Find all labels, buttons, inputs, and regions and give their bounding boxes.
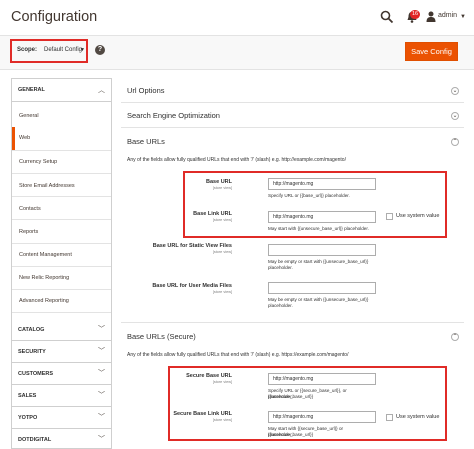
config-sidebar: GENERAL ︿ General Web Currency Setup Sto… xyxy=(11,78,112,449)
divider xyxy=(12,173,111,174)
chevron-up-icon: ︿ xyxy=(98,87,105,94)
use-system-value-label[interactable]: Use system value xyxy=(396,414,439,420)
use-system-value-checkbox[interactable] xyxy=(386,414,393,421)
sidebar-item-store-email-addresses[interactable]: Store Email Addresses xyxy=(12,183,111,189)
divider xyxy=(121,322,464,323)
static-url-label: Base URL for Static View Files xyxy=(152,243,232,249)
field-note: placeholder. xyxy=(268,303,293,308)
base-link-url-label: Base Link URL xyxy=(193,211,232,217)
sidebar-group-label: YOTPO xyxy=(18,415,38,421)
sidebar-group-security[interactable]: SECURITY ﹀ xyxy=(12,341,111,363)
sidebar-group-catalog[interactable]: CATALOG ﹀ xyxy=(12,319,111,341)
caret-down-icon[interactable]: ▼ xyxy=(80,47,85,53)
sidebar-item-contacts[interactable]: Contacts xyxy=(12,206,111,212)
user-menu-name[interactable]: admin xyxy=(438,12,457,19)
divider xyxy=(12,196,111,197)
sidebar-group-label: CATALOG xyxy=(18,327,45,333)
sidebar-item-reports[interactable]: Reports xyxy=(12,229,111,235)
sidebar-group-yotpo[interactable]: YOTPO ﹀ xyxy=(12,407,111,429)
scope-hint: [store view] xyxy=(212,218,232,222)
sidebar-item-currency-setup[interactable]: Currency Setup xyxy=(12,159,111,165)
divider xyxy=(12,289,111,290)
search-icon[interactable] xyxy=(380,10,394,24)
divider xyxy=(12,150,111,151)
secure-base-url-input[interactable]: http://magento.mg xyxy=(268,373,376,385)
sidebar-group-label: DOTDIGITAL xyxy=(18,437,52,443)
scope-hint: [store view] xyxy=(212,380,232,384)
section-base-urls[interactable]: Base URLs xyxy=(127,137,165,146)
base-url-input[interactable]: http://magento.mg xyxy=(268,178,376,190)
sidebar-group-sales[interactable]: SALES ﹀ xyxy=(12,385,111,407)
use-system-value-checkbox[interactable] xyxy=(386,213,393,220)
help-icon[interactable]: ? xyxy=(95,45,105,55)
expand-icon[interactable]: ⌄ xyxy=(451,112,459,120)
sidebar-group-label: SECURITY xyxy=(18,349,46,355)
collapse-icon[interactable]: ⌃ xyxy=(451,333,459,341)
save-config-button[interactable]: Save Config xyxy=(405,42,458,61)
scope-hint: [store view] xyxy=(212,418,232,422)
chevron-down-icon: ﹀ xyxy=(98,392,105,399)
media-url-label: Base URL for User Media Files xyxy=(152,283,232,289)
divider xyxy=(121,127,464,128)
section-base-urls-secure[interactable]: Base URLs (Secure) xyxy=(127,332,196,341)
scope-hint: [store view] xyxy=(212,290,232,294)
section-description: Any of the fields allow fully qualified … xyxy=(127,352,349,358)
scope-switcher[interactable]: Default Config xyxy=(44,47,82,53)
page-title: Configuration xyxy=(11,9,98,25)
sidebar-item-web[interactable]: Web xyxy=(12,127,111,150)
static-url-input[interactable] xyxy=(268,244,376,256)
divider xyxy=(12,219,111,220)
secure-base-link-url-input[interactable]: http://magento.mg xyxy=(268,411,376,423)
sidebar-group-dotdigital[interactable]: DOTDIGITAL ﹀ xyxy=(12,429,111,448)
field-note: placeholder. xyxy=(268,394,293,399)
chevron-down-icon: ﹀ xyxy=(98,370,105,377)
section-url-options[interactable]: Url Options xyxy=(127,86,165,95)
scope-hint: [store view] xyxy=(212,186,232,190)
secure-base-url-label: Secure Base URL xyxy=(186,373,232,379)
section-search-engine-optimization[interactable]: Search Engine Optimization xyxy=(127,111,220,120)
sidebar-item-general[interactable]: General xyxy=(12,113,111,119)
field-note: May start with {{unsecure_base_url}} pla… xyxy=(268,226,369,231)
chevron-down-icon: ﹀ xyxy=(98,414,105,421)
sidebar-item-new-relic-reporting[interactable]: New Relic Reporting xyxy=(12,275,111,281)
scope-hint: [store view] xyxy=(212,250,232,254)
caret-down-icon[interactable]: ▼ xyxy=(460,14,466,20)
divider xyxy=(12,312,111,313)
notifications-count-badge: 16 xyxy=(410,10,421,19)
secure-base-link-url-label: Secure Base Link URL xyxy=(173,411,232,417)
field-note: placeholder. xyxy=(268,432,293,437)
use-system-value-label[interactable]: Use system value xyxy=(396,213,439,219)
media-url-input[interactable] xyxy=(268,282,376,294)
base-link-url-input[interactable]: http://magento.mg xyxy=(268,211,376,223)
sidebar-group-label: GENERAL xyxy=(18,87,45,93)
chevron-down-icon: ﹀ xyxy=(98,326,105,333)
expand-icon[interactable]: ⌄ xyxy=(451,87,459,95)
sidebar-group-customers[interactable]: CUSTOMERS ﹀ xyxy=(12,363,111,385)
base-url-label: Base URL xyxy=(206,179,232,185)
sidebar-group-label: CUSTOMERS xyxy=(18,371,54,377)
divider xyxy=(12,243,111,244)
sidebar-group-general[interactable]: GENERAL ︿ xyxy=(12,79,111,102)
divider xyxy=(121,102,464,103)
chevron-down-icon: ﹀ xyxy=(98,436,105,443)
divider xyxy=(12,266,111,267)
scope-label: Scope: xyxy=(17,47,38,53)
user-icon[interactable] xyxy=(426,11,436,22)
sidebar-group-label: SALES xyxy=(18,393,37,399)
section-description: Any of the fields allow fully qualified … xyxy=(127,157,346,163)
sidebar-item-content-management[interactable]: Content Management xyxy=(12,252,111,258)
collapse-icon[interactable]: ⌃ xyxy=(451,138,459,146)
field-note: placeholder. xyxy=(268,265,293,270)
chevron-down-icon: ﹀ xyxy=(98,348,105,355)
sidebar-item-advanced-reporting[interactable]: Advanced Reporting xyxy=(12,298,111,304)
field-note: Specify URL or {{base_url}} placeholder. xyxy=(268,193,350,198)
